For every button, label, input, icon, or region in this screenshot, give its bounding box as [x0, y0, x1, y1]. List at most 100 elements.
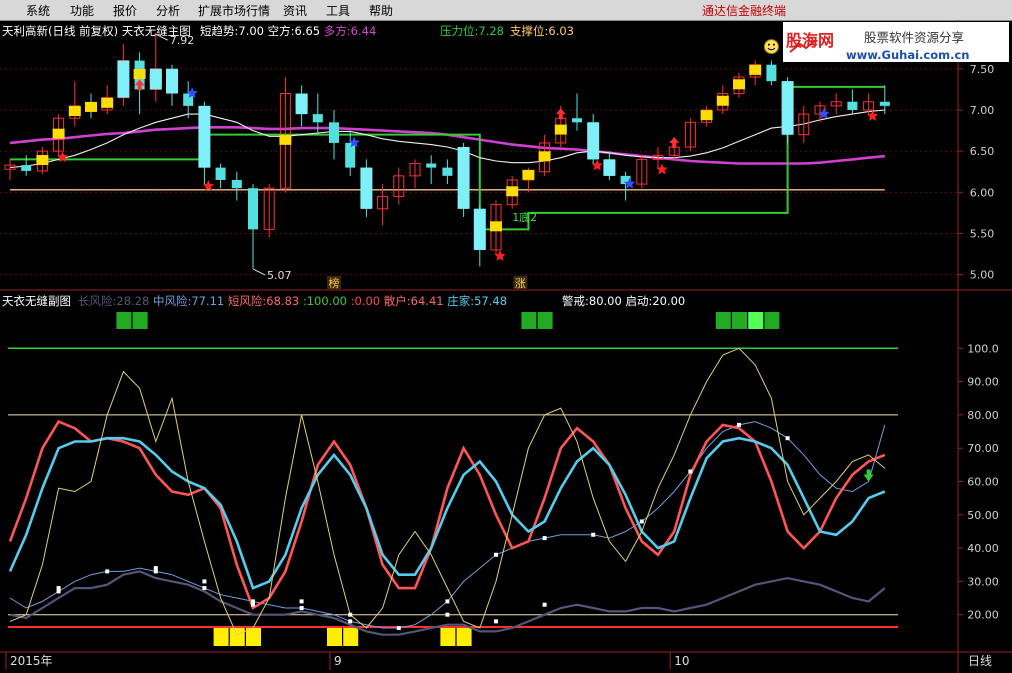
marker-dot: [56, 586, 61, 591]
readout-item: 短趋势:7.00: [200, 24, 268, 38]
menu-item-help[interactable]: 帮助: [369, 2, 393, 19]
magenta-moving-average: [9, 126, 885, 165]
yellow-signal-bar: [700, 110, 713, 121]
y-tick-label: 6.50: [970, 145, 995, 158]
marker-dot: [785, 436, 790, 441]
green-signal-block: [764, 312, 780, 329]
marker-dot: [591, 532, 596, 537]
y-tick-label: 6.00: [970, 186, 995, 199]
readout-item: 长风险:28.28: [78, 294, 153, 308]
yellow-signal-bar: [506, 186, 519, 197]
y-tick-label: 20.00: [967, 609, 999, 622]
bottom-label: 1底2: [512, 210, 537, 224]
marker-dot: [639, 519, 644, 524]
candle-body: [766, 64, 777, 82]
menu-item-system[interactable]: 系统: [26, 2, 50, 19]
main-y-axis: 5.00 5.50 6.00 6.50 7.00 7.50: [958, 63, 994, 282]
main-price-pane: 7.92 5.07 1底2 榜 涨: [0, 33, 958, 290]
green-signal-block: [732, 312, 747, 329]
marker-dot: [251, 602, 255, 607]
cyan-signal-bar: [587, 122, 600, 160]
candle-body: [248, 188, 258, 230]
yellow-signal-bar: [85, 101, 97, 112]
yellow-signal-bar: [716, 95, 729, 106]
marker-dot: [542, 602, 547, 607]
y-tick-label: 5.00: [970, 269, 995, 282]
marker-dot: [494, 552, 498, 557]
menu-item-news[interactable]: 资讯: [283, 2, 307, 19]
readout-item: 警戒:80.00: [562, 294, 625, 308]
marker-dot: [348, 612, 353, 617]
yellow-signal-block: [327, 628, 342, 646]
cyan-signal-bar: [198, 105, 211, 168]
cyan-signal-bar: [117, 60, 130, 98]
candle-body: [21, 165, 32, 171]
y-tick-label: 60.00: [967, 476, 999, 489]
yellow-signal-bar: [36, 155, 49, 166]
yellow-signal-bar: [522, 169, 535, 180]
down-arrow-icon: [863, 469, 874, 482]
green-signal-block: [715, 312, 731, 329]
period-label[interactable]: 日线: [968, 654, 992, 668]
watermark-url: www.Guhai.com.cn: [846, 48, 969, 62]
readout-item: :100.00: [303, 294, 351, 308]
marker-dot: [105, 569, 110, 574]
yellow-signal-block: [229, 628, 245, 646]
readout-item: 散户:64.41: [384, 294, 447, 308]
chart-area[interactable]: 天利高新(日线 前复权) 天衣无缝主图 短趋势:7.00 空方:6.65 多方:…: [0, 20, 1012, 673]
cyan-signal-bar: [295, 93, 308, 115]
green-signal-block: [537, 312, 553, 329]
green-signal-block: [116, 312, 132, 329]
x-axis: 2015年 9 10: [5, 652, 689, 670]
yellow-signal-block: [213, 628, 229, 646]
marker-dot: [299, 599, 304, 604]
marker-dot: [202, 586, 207, 591]
menu-item-extended-market[interactable]: 扩展市场行情: [198, 2, 270, 19]
marker-dot: [737, 422, 741, 427]
yellow-signal-bar: [52, 128, 65, 139]
cyan-signal-bar: [473, 208, 486, 250]
watermark: 股海网 股票软件资源分享 www.Guhai.com.cn: [783, 22, 1009, 62]
yellow-signal-bar: [101, 97, 114, 108]
readout-item: 短风险:68.83: [228, 294, 303, 308]
candle-body: [879, 101, 890, 106]
readout-item: 庄家:57.48: [447, 294, 507, 308]
readout-item: 多方:6.44: [324, 24, 376, 38]
candle-body: [215, 167, 226, 180]
marker-dot: [396, 626, 401, 631]
readout-item: 中风险:77.11: [153, 294, 228, 308]
y-tick-label: 50.00: [967, 509, 999, 522]
smiley-eye: [767, 43, 770, 46]
marker-dot: [445, 612, 450, 617]
readout-item: :0.00: [351, 294, 384, 308]
candle-body: [329, 122, 339, 143]
green-signal-block: [132, 312, 148, 329]
green-signal-block: [748, 312, 764, 329]
marker-dot: [348, 619, 353, 624]
pressure-line: [10, 85, 885, 231]
candle-body: [426, 163, 437, 168]
up-arrow-icon: [555, 108, 566, 120]
x-tick-label: 9: [334, 654, 342, 668]
candle-body: [847, 101, 858, 110]
menu-item-analysis[interactable]: 分析: [156, 2, 180, 19]
candle-body: [312, 114, 323, 123]
marker-dot: [688, 469, 693, 474]
watermark-slogan: 股票软件资源分享: [864, 30, 964, 45]
y-tick-label: 70.00: [967, 442, 999, 455]
cyan-signal-bar: [166, 68, 178, 94]
menu-item-tools[interactable]: 工具: [326, 2, 350, 19]
watermark-brand: 股海网: [786, 31, 834, 50]
main-pane-readouts: 短趋势:7.00 空方:6.65 多方:6.44: [200, 24, 376, 38]
promo-link[interactable]: 通达信金融终端: [702, 2, 786, 19]
menu-item-quote[interactable]: 报价: [113, 2, 137, 19]
cyan-signal-bar: [149, 68, 162, 90]
sub-pane-thresholds: 警戒:80.00 启动:20.00: [562, 294, 685, 308]
marker-dot: [494, 619, 498, 624]
menu-item-function[interactable]: 功能: [70, 2, 94, 19]
marker-dot: [542, 536, 547, 541]
tag-label: 榜: [329, 276, 340, 290]
candle-body: [231, 179, 242, 189]
sub-pane-header: 天衣无缝副图 长风险:28.28 中风险:77.11 短风险:68.83 :10…: [2, 294, 685, 308]
yellow-signal-bar: [733, 79, 745, 90]
